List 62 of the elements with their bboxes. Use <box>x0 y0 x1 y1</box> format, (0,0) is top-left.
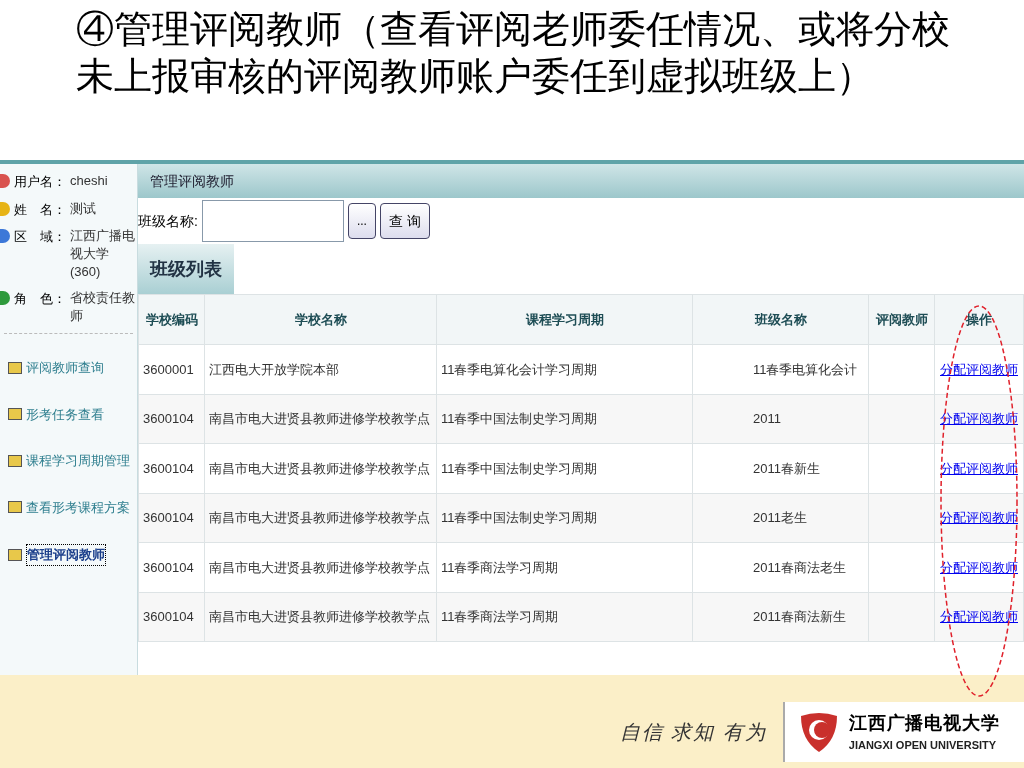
column-header: 课程学习周期 <box>436 294 693 345</box>
table-cell: 南昌市电大进贤县教师进修学校教学点 <box>209 460 430 476</box>
info-label: 角 色： <box>14 290 66 308</box>
table-cell: 3600104 <box>143 559 194 575</box>
user-info-icon <box>0 201 10 216</box>
slide-title: ④管理评阅教师（查看评阅老师委任情况、或将分校未上报审核的评阅教师账户委任到虚拟班级上） <box>76 7 951 99</box>
menu-link[interactable]: 管理评阅教师 <box>26 544 106 566</box>
menu-link[interactable]: 课程学习周期管理 <box>26 451 130 471</box>
table-cell: 2011 <box>753 411 781 426</box>
folder-icon <box>8 548 22 561</box>
info-value: 省校责任教师 <box>70 289 136 325</box>
table-cell: 2011老生 <box>753 510 807 525</box>
column-header: 班级名称 <box>692 294 869 345</box>
folder-icon <box>8 408 22 421</box>
folder-icon <box>8 501 22 514</box>
table-cell: 11春季中国法制史学习周期 <box>441 460 598 476</box>
table-cell: 11春季中国法制史学习周期 <box>441 411 598 426</box>
table-cell: 11春季商法学习周期 <box>441 609 559 624</box>
info-value: cheshi <box>70 172 108 190</box>
folder-icon <box>8 361 22 374</box>
table-cell: 11春季电算化会计 <box>753 361 858 377</box>
table-cell: 3600104 <box>143 510 194 525</box>
table-cell: 南昌市电大进贤县教师进修学校教学点 <box>209 411 430 426</box>
logo-subtitle: JIANGXI OPEN UNIVERSITY <box>848 738 998 754</box>
motto-text: 自信 求知 有为 <box>619 720 768 745</box>
panel-title: 管理评阅教师 <box>138 164 1024 198</box>
table-cell: 11春季中国法制史学习周期 <box>441 510 598 525</box>
info-value: 江西广播电视大学(360) <box>70 227 136 281</box>
table-cell: 3600001 <box>143 361 194 377</box>
column-header: 学校编码 <box>138 294 205 345</box>
menu-link[interactable]: 形考任务查看 <box>26 404 104 424</box>
table-cell: 南昌市电大进贤县教师进修学校教学点 <box>209 609 430 624</box>
table-cell: 2011春商法老生 <box>753 559 846 575</box>
table-cell: 江西电大开放学院本部 <box>209 361 339 377</box>
column-header: 评阅教师 <box>868 294 935 345</box>
column-header: 操作 <box>934 294 1024 345</box>
list-tab[interactable]: 班级列表 <box>138 244 234 294</box>
class-name-field[interactable] <box>201 200 344 242</box>
query-button[interactable]: 查 询 <box>379 203 430 239</box>
table-cell: 3600104 <box>143 411 194 426</box>
info-label: 区 域： <box>14 228 66 246</box>
table-cell: 11春季商法学习周期 <box>441 559 559 575</box>
table-cell: 2011春商法新生 <box>753 609 846 624</box>
table-cell: 3600104 <box>143 460 194 476</box>
folder-icon <box>8 454 22 467</box>
column-header: 学校名称 <box>204 294 437 345</box>
table-cell: 11春季电算化会计学习周期 <box>441 361 598 377</box>
info-label: 姓 名： <box>14 200 66 219</box>
table-cell: 2011春新生 <box>753 460 820 476</box>
menu-link[interactable]: 查看形考课程方案 <box>26 497 130 517</box>
menu-link[interactable]: 评阅教师查询 <box>26 358 104 378</box>
logo-name: 江西广播电视大学 <box>848 712 1000 736</box>
user-info-icon <box>0 174 10 188</box>
table-cell: 3600104 <box>143 609 194 624</box>
user-info-icon <box>0 291 10 305</box>
field-label: 班级名称: <box>138 211 198 231</box>
table-cell: 南昌市电大进贤县教师进修学校教学点 <box>209 510 430 525</box>
info-label: 用户名： <box>14 173 66 191</box>
info-value: 测试 <box>70 199 96 218</box>
browse-button[interactable]: ... <box>347 203 376 239</box>
table-cell: 南昌市电大进贤县教师进修学校教学点 <box>209 559 430 575</box>
user-info-icon <box>0 229 10 243</box>
